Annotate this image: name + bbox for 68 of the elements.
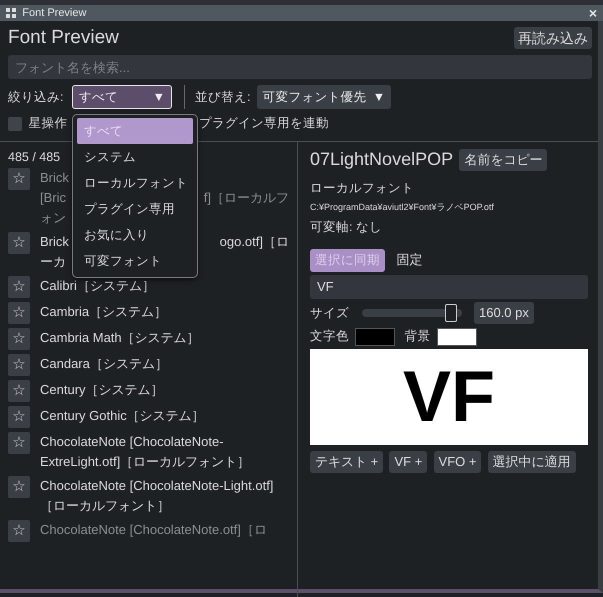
close-button[interactable]: × <box>588 2 597 24</box>
star-button[interactable]: ☆ <box>8 302 30 324</box>
font-name[interactable]: Brick <box>40 168 69 188</box>
star-button[interactable]: ☆ <box>8 380 30 402</box>
font-name[interactable]: ーカ <box>40 252 66 272</box>
text-color-label: 文字色 <box>310 328 349 346</box>
dropdown-option[interactable]: プラグイン専用 <box>77 196 193 222</box>
filter-label: 絞り込み: <box>8 88 64 106</box>
font-name[interactable]: Brick <box>40 232 69 252</box>
dropdown-option[interactable]: ローカルフォント <box>77 170 193 196</box>
font-name[interactable]: [Bric <box>40 188 66 208</box>
mode-tab[interactable]: 固定 <box>391 249 428 272</box>
font-name[interactable]: Cambria［システム］ <box>40 302 289 322</box>
checkbox-label: プラグイン専用を連動 <box>199 115 329 132</box>
star-button[interactable]: ☆ <box>8 328 30 350</box>
filter-dropdown[interactable]: すべて ▼ <box>72 85 172 109</box>
star-button[interactable]: ☆ <box>8 354 30 376</box>
font-preview: VF <box>310 349 588 445</box>
search-field[interactable]: フォント名を検索... <box>8 55 592 79</box>
panel-title: Font Preview <box>8 26 119 50</box>
axes-info: 可変軸: なし <box>310 218 383 236</box>
dropdown-option[interactable]: お気に入り <box>77 222 193 248</box>
reload-button[interactable]: 再読み込み <box>514 27 592 49</box>
grid-icon <box>6 8 16 18</box>
action-button[interactable]: VFO + <box>434 451 482 474</box>
font-name[interactable]: ChocolateNote [ChocolateNote-Light.otf]［ローカルフォント］ <box>40 476 289 516</box>
window-title: Font Preview <box>22 6 86 21</box>
star-button[interactable]: ☆ <box>8 476 30 498</box>
dropdown-option[interactable]: 可変フォント <box>77 248 193 274</box>
font-path: C:¥ProgramData¥aviutl2¥Font¥ラノベPOP.otf <box>310 201 495 214</box>
star-button[interactable]: ☆ <box>8 432 30 454</box>
font-name[interactable]: Candara［システム］ <box>40 354 289 374</box>
sort-dropdown[interactable]: 可変フォント優先 ▼ <box>256 85 392 109</box>
sample-text-field[interactable]: VF <box>310 274 588 299</box>
dropdown-option[interactable]: システム <box>77 144 193 170</box>
star-button[interactable]: ☆ <box>8 168 30 190</box>
font-name[interactable]: ChocolateNote [ChocolateNote-ExtreLight.otf]［ローカルフォント］ <box>40 432 289 472</box>
font-name[interactable]: f]［ローカルフ <box>197 188 289 208</box>
checkbox-label: 星操作 <box>28 115 68 132</box>
action-button[interactable]: テキスト + <box>310 451 384 474</box>
star-button[interactable]: ☆ <box>8 232 30 254</box>
background-color-swatch[interactable] <box>436 328 477 346</box>
action-button[interactable]: 選択中に適用 <box>488 451 576 474</box>
copy-name-button[interactable]: 名前をコピー <box>459 148 548 170</box>
font-name[interactable]: ChocolateNote [ChocolateNote.otf]［ロ <box>40 520 289 540</box>
font-name[interactable]: Cambria Math［システム］ <box>40 328 289 348</box>
star-button[interactable]: ☆ <box>8 520 30 542</box>
background-color-label: 背景 <box>404 328 431 346</box>
size-slider[interactable] <box>362 304 462 322</box>
sort-label: 並び替え: <box>195 88 250 106</box>
font-name[interactable]: Century Gothic［システム］ <box>40 406 289 426</box>
text-color-swatch[interactable] <box>355 328 396 346</box>
star-button[interactable]: ☆ <box>8 406 30 428</box>
checkbox[interactable] <box>8 116 22 130</box>
star-button[interactable]: ☆ <box>8 276 30 298</box>
caret-icon: ▼ <box>372 88 386 106</box>
font-name[interactable]: Century［システム］ <box>40 380 289 400</box>
font-source: ローカルフォント <box>310 180 415 198</box>
size-value[interactable]: 160.0 px <box>474 302 534 324</box>
font-name: 07LightNovelPOP <box>310 148 454 171</box>
action-button[interactable]: VF + <box>389 451 428 474</box>
result-count: 485 / 485 <box>8 150 60 164</box>
size-label: サイズ <box>310 304 349 322</box>
font-name[interactable]: ォン <box>40 208 66 228</box>
font-name[interactable]: ogo.otf]［ロ <box>197 232 289 252</box>
caret-icon: ▼ <box>152 88 165 106</box>
font-name[interactable]: Calibri［システム］ <box>40 276 289 296</box>
slider-thumb[interactable] <box>444 304 456 322</box>
